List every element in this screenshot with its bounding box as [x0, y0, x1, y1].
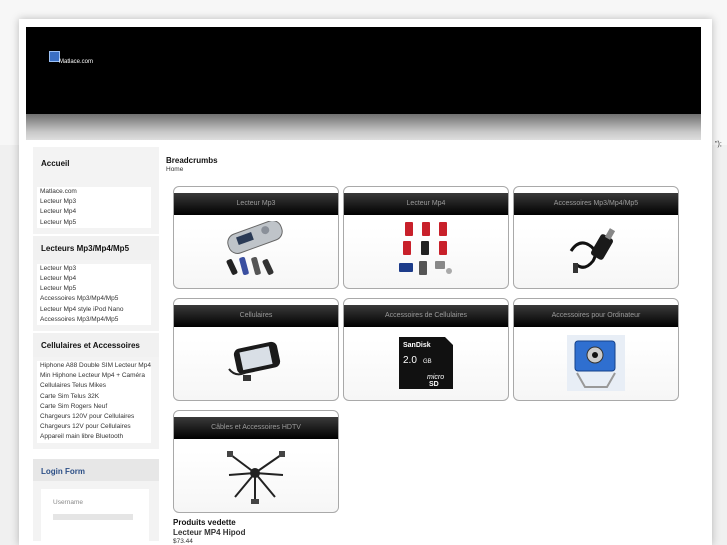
page-container: Matlace.com Accueil Matlace.com Lecteur … — [19, 19, 712, 545]
mp3-player-icon[interactable] — [225, 221, 287, 281]
sidebar: Accueil Matlace.com Lecteur Mp3 Lecteur … — [33, 147, 159, 541]
cellphone-icon[interactable] — [225, 333, 287, 393]
menu-item[interactable]: Hiphone A88 Double SIM Lecteur Mp4 — [37, 361, 151, 372]
svg-text:micro: micro — [427, 374, 444, 381]
category-card-cellulaires[interactable]: Cellulaires — [173, 298, 339, 401]
menu-item[interactable]: Min Hiphone Lecteur Mp4 + Caméra — [37, 371, 151, 382]
menu-cellulaires: Hiphone A88 Double SIM Lecteur Mp4 Min H… — [33, 357, 159, 449]
category-label[interactable]: Cellulaires — [174, 305, 338, 327]
menu-item[interactable]: Carte Sim Rogers Neuf — [37, 401, 151, 413]
memory-card-icon[interactable]: SanDisk 2.0 GB micro SD — [395, 333, 457, 393]
sidebar-title-cellulaires: Cellulaires et Accessoires — [33, 333, 159, 358]
main-content: Breadcrumbs Home — [166, 156, 686, 173]
menu-item[interactable]: Lecteur Mp4 style iPod Nano — [37, 304, 151, 315]
category-label[interactable]: Accessoires Mp3/Mp4/Mp5 — [514, 193, 678, 215]
svg-text:2.0: 2.0 — [403, 355, 417, 366]
breadcrumbs-title: Breadcrumbs — [166, 156, 218, 165]
menu-item[interactable]: Lecteur Mp4 — [37, 207, 151, 218]
menu-item[interactable]: Cellulaires Telus Mikes — [37, 381, 151, 392]
featured-title: Produits vedette — [173, 518, 236, 527]
header-gradient — [26, 114, 701, 140]
category-card-accessoires-mp3[interactable]: Accessoires Mp3/Mp4/Mp5 — [513, 186, 679, 289]
car-charger-icon[interactable] — [565, 221, 627, 281]
menu-item[interactable]: Accessoires Mp3/Mp4/Mp5 — [37, 294, 151, 305]
username-input[interactable] — [53, 513, 133, 520]
breadcrumb-home[interactable]: Home — [166, 166, 686, 173]
webcam-icon[interactable] — [565, 333, 627, 393]
menu-item[interactable]: Lecteur Mp5 — [37, 217, 151, 228]
svg-text:SanDisk: SanDisk — [403, 342, 431, 349]
cable-icon[interactable] — [225, 445, 287, 505]
menu-item[interactable]: Chargeurs 120V pour Cellulaires — [37, 412, 151, 423]
sidebar-title-accueil: Accueil — [33, 147, 159, 183]
category-label[interactable]: Lecteur Mp4 — [344, 193, 508, 215]
category-card-lecteur-mp3[interactable]: Lecteur Mp3 — [173, 186, 339, 289]
category-card-accessoires-cellulaires[interactable]: Accessoires de Cellulaires SanDisk 2.0 G… — [343, 298, 509, 401]
login-form: Username — [33, 480, 159, 541]
menu-item[interactable]: Chargeurs 12V pour Cellulaires — [37, 422, 151, 433]
logo-text: Matlace.com — [59, 59, 94, 65]
svg-text:GB: GB — [423, 359, 432, 365]
username-label: Username — [53, 498, 83, 506]
menu-item[interactable]: Lecteur Mp3 — [37, 263, 151, 275]
category-label[interactable]: Câbles et Accessoires HDTV — [174, 417, 338, 439]
menu-accueil: Matlace.com Lecteur Mp3 Lecteur Mp4 Lect… — [33, 183, 159, 234]
stray-text: "); — [715, 141, 722, 148]
svg-text:SD: SD — [429, 381, 439, 388]
featured-products: Produits vedette Lecteur MP4 Hipod $73.4… — [173, 518, 245, 545]
menu-item[interactable]: Lecteur Mp3 — [37, 197, 151, 208]
category-label[interactable]: Accessoires de Cellulaires — [344, 305, 508, 327]
featured-product-name[interactable]: Lecteur MP4 Hipod — [173, 528, 245, 537]
menu-item[interactable]: Matlace.com — [37, 187, 151, 198]
menu-lecteurs: Lecteur Mp3 Lecteur Mp4 Lecteur Mp5 Acce… — [33, 259, 159, 332]
mp4-players-icon[interactable] — [395, 221, 457, 281]
site-header: Matlace.com — [26, 27, 701, 140]
category-label[interactable]: Accessoires pour Ordinateur — [514, 305, 678, 327]
featured-product-price: $73.44 — [173, 538, 193, 545]
menu-item[interactable]: Lecteur Mp5 — [37, 284, 151, 295]
sidebar-title-lecteurs: Lecteurs Mp3/Mp4/Mp5 — [33, 235, 159, 260]
menu-item[interactable]: Accessoires Mp3/Mp4/Mp5 — [37, 314, 151, 326]
category-card-accessoires-ordinateur[interactable]: Accessoires pour Ordinateur — [513, 298, 679, 401]
menu-item[interactable]: Lecteur Mp4 — [37, 274, 151, 285]
login-form-title: Login Form — [33, 458, 159, 481]
category-card-cables-hdtv[interactable]: Câbles et Accessoires HDTV — [173, 410, 339, 513]
menu-item[interactable]: Carte Sim Telus 32K — [37, 391, 151, 402]
login-inner: Username — [41, 488, 149, 541]
category-label[interactable]: Lecteur Mp3 — [174, 193, 338, 215]
menu-item[interactable]: Appareil main libre Bluetooth — [37, 432, 151, 443]
site-logo[interactable]: Matlace.com — [49, 51, 93, 65]
category-card-lecteur-mp4[interactable]: Lecteur Mp4 — [343, 186, 509, 289]
